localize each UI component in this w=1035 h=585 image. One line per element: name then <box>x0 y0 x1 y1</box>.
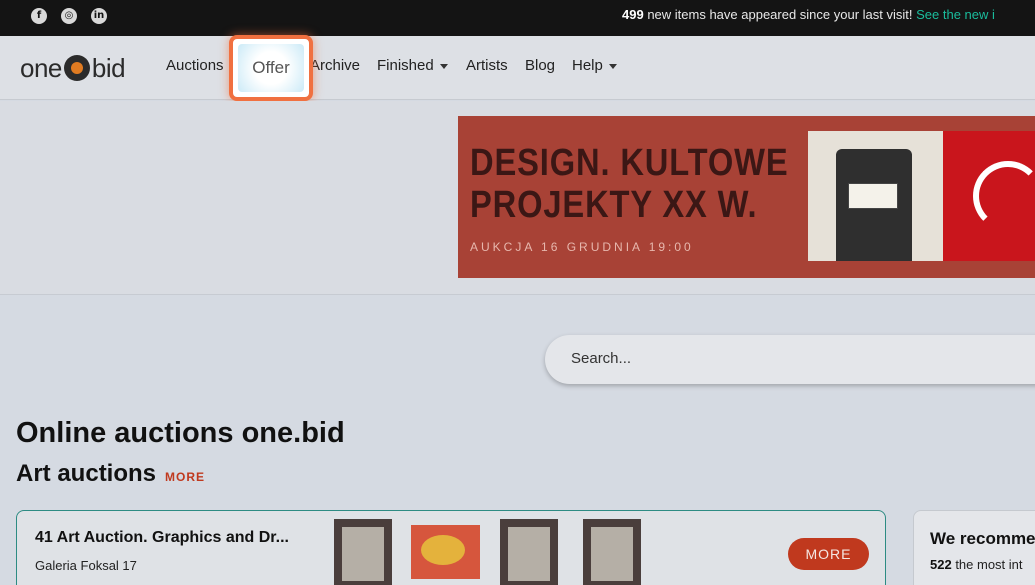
auction-house-name: Galeria Foksal 17 <box>35 558 137 573</box>
linkedin-icon[interactable]: in <box>91 8 107 24</box>
fridge-label <box>848 183 898 209</box>
logo-mark-icon <box>63 55 90 81</box>
nav-finished-label: Finished <box>377 57 434 74</box>
banner-title-line2: PROJEKTY XX W. <box>470 184 758 226</box>
art-auctions-more-link[interactable]: MORE <box>165 470 205 484</box>
lot-thumbnail[interactable] <box>411 525 480 579</box>
banner-fridge-image <box>808 131 943 261</box>
nav-help-label: Help <box>572 57 603 74</box>
lot-thumbnail[interactable] <box>583 519 641 585</box>
search-bar[interactable] <box>545 335 1035 384</box>
nav-blog[interactable]: Blog <box>525 57 555 74</box>
new-items-message: 499 new items have appeared since your l… <box>622 7 995 22</box>
recommend-card[interactable]: We recomme 522 the most int <box>913 510 1035 585</box>
main-navbar: one bid Auctions Archive Finished Artist… <box>0 36 1035 100</box>
lot-thumbnail[interactable] <box>500 519 558 585</box>
chevron-down-icon <box>439 63 448 69</box>
new-items-text: new items have appeared since your last … <box>643 7 917 22</box>
new-items-count: 499 <box>622 7 644 22</box>
auction-card-title[interactable]: 41 Art Auction. Graphics and Dr... <box>35 529 289 547</box>
page-title: Online auctions one.bid <box>16 417 345 449</box>
instagram-icon[interactable]: ◎ <box>61 8 77 24</box>
search-input[interactable] <box>571 350 971 367</box>
cola-swirl <box>973 161 1035 231</box>
banner-cola-image <box>943 131 1035 261</box>
nav-archive[interactable]: Archive <box>310 57 360 74</box>
recommend-card-title: We recomme <box>930 529 1035 548</box>
see-new-items-link[interactable]: See the new i <box>916 7 995 22</box>
art-auctions-title: Art auctions <box>16 460 157 487</box>
recommend-card-text: 522 the most int <box>930 557 1023 572</box>
nav-offer-highlight[interactable]: Offer <box>229 35 313 101</box>
auction-more-button[interactable]: MORE <box>788 538 869 570</box>
banner-title-line1: DESIGN. KULTOWE <box>470 142 789 184</box>
lot-thumbnail[interactable] <box>334 519 392 585</box>
nav-help[interactable]: Help <box>572 57 617 74</box>
banner-title: DESIGN. KULTOWE PROJEKTY XX W. <box>470 142 789 226</box>
logo-text-bid: bid <box>91 52 126 83</box>
logo-text-one: one <box>20 52 62 83</box>
nav-finished[interactable]: Finished <box>377 57 448 74</box>
top-bar: f ◎ in 499 new items have appeared since… <box>0 0 1035 36</box>
auction-banner[interactable]: DESIGN. KULTOWE PROJEKTY XX W. AUKCJA 16… <box>458 116 1035 278</box>
chevron-down-icon <box>608 63 617 69</box>
nav-artists[interactable]: Artists <box>466 57 508 74</box>
recommend-text: the most int <box>951 557 1023 572</box>
banner-subtitle: AUKCJA 16 GRUDNIA 19:00 <box>470 240 694 254</box>
onebid-logo[interactable]: one bid <box>20 52 126 84</box>
nav-auctions[interactable]: Auctions <box>166 57 224 74</box>
facebook-icon[interactable]: f <box>31 8 47 24</box>
nav-offer[interactable]: Offer <box>238 44 304 92</box>
auction-card[interactable]: 41 Art Auction. Graphics and Dr... Galer… <box>16 510 886 585</box>
recommend-count: 522 <box>930 557 952 572</box>
